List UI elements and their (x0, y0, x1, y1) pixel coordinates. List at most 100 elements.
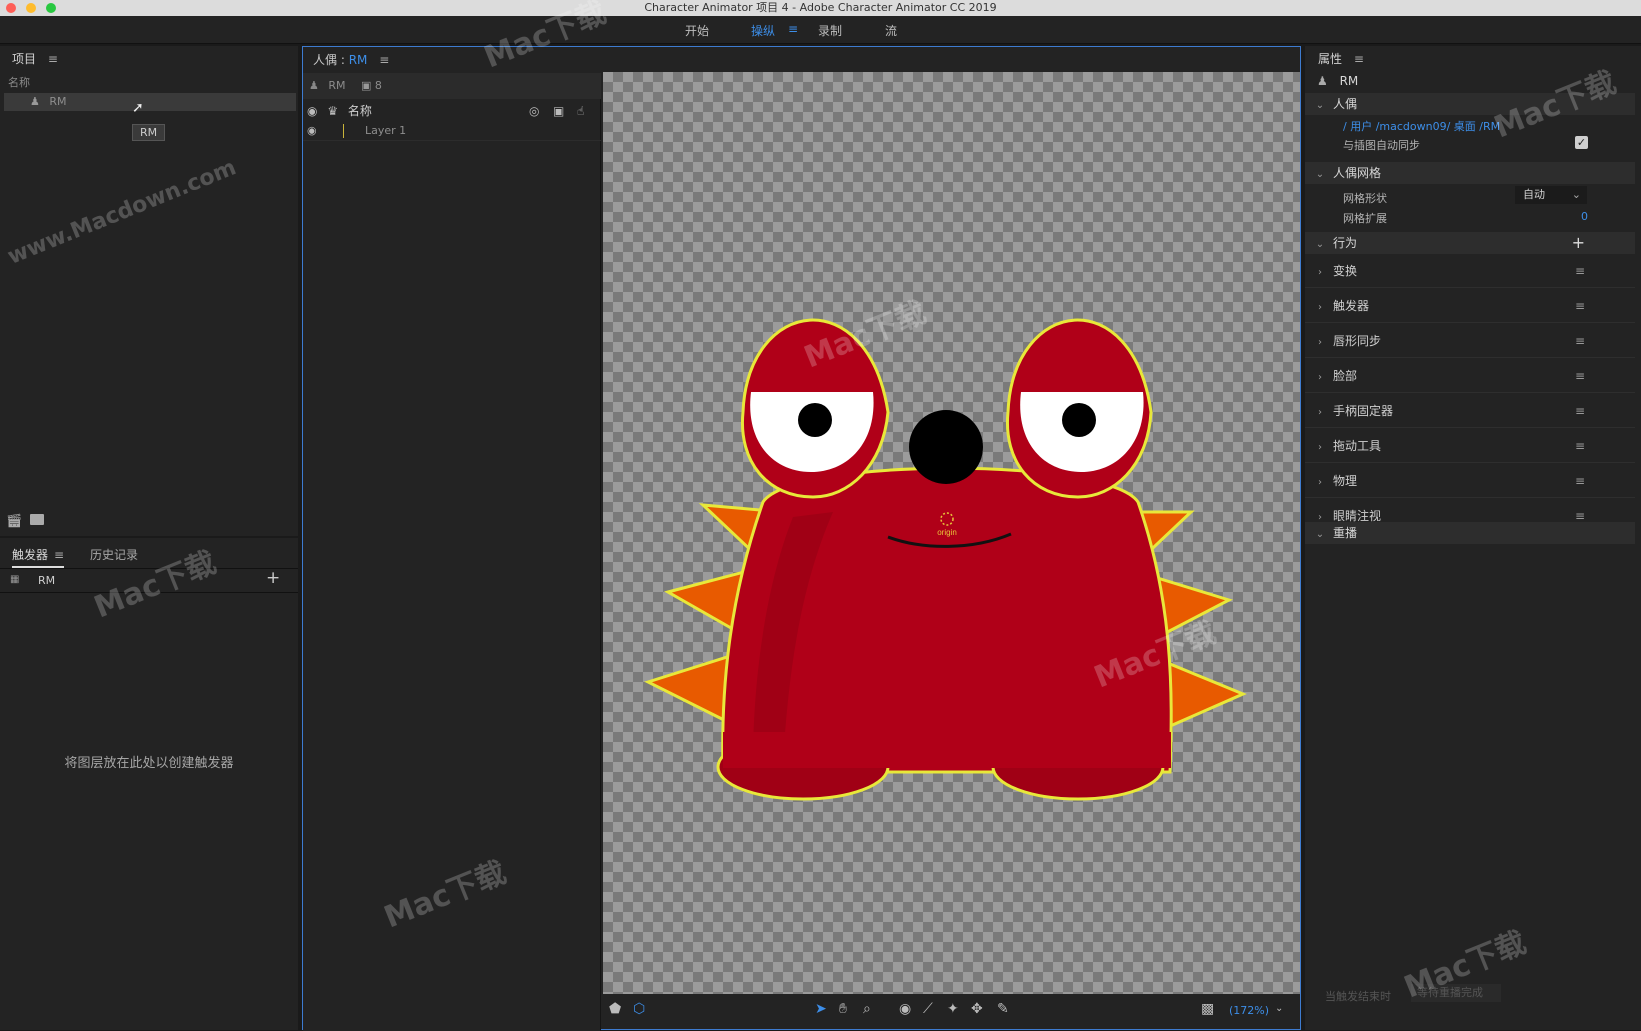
transparency-grid-icon[interactable]: ▩ (1201, 1001, 1214, 1017)
layer-column-name: 名称 (347, 104, 372, 118)
puppet-panel-header: 人偶 : RM ≡ (313, 47, 389, 73)
chevron-right-icon: › (1318, 372, 1322, 383)
project-panel: 项目 ≡ 名称 ♟ RM ➚ RM 🎬︎ (0, 46, 298, 536)
character-artwork: origin (644, 318, 1247, 801)
add-behavior-icon[interactable]: + (1572, 232, 1585, 254)
project-panel-title: 项目 (12, 52, 37, 66)
section-puppet[interactable]: ⌄ 人偶 (1305, 93, 1635, 115)
select-tool-icon[interactable]: ➤ (815, 1001, 827, 1017)
puppet-label: RM (328, 79, 346, 92)
zoom-tool-icon[interactable]: ⌕ (863, 1001, 871, 1017)
triggers-panel: 触发器 ≡ 历史记录 ▦ RM + 将图层放在此处以创建触发器 (0, 538, 298, 1030)
section-replay[interactable]: ⌄ 重播 (1305, 522, 1635, 544)
behavior-menu-icon: ≡ (1574, 439, 1585, 453)
behavior-menu-icon: ≡ (1574, 334, 1585, 348)
chevron-down-icon: ⌄ (1315, 529, 1325, 540)
eye-icon[interactable]: ◉ (307, 124, 317, 137)
mesh-shape-label: 网格形状 (1343, 192, 1387, 205)
behavior-dragger[interactable]: › 拖动工具 ≡ (1305, 429, 1635, 463)
mesh-shape-select[interactable]: 自动 ⌄ (1515, 186, 1587, 204)
layer-row[interactable]: ◉ Layer 1 (303, 121, 601, 141)
window-titlebar: Character Animator 项目 4 - Adobe Characte… (0, 0, 1641, 16)
mesh-expand-label: 网格扩展 (1343, 212, 1387, 225)
behavior-face[interactable]: › 脸部 ≡ (1305, 359, 1635, 393)
puppet-path-link[interactable]: / 用户 /macdown09/ 桌面 /RM (1343, 118, 1500, 134)
project-column-header: 名称 (8, 76, 30, 89)
workspace-menu-icon[interactable]: ≡ (788, 22, 798, 36)
nose (909, 410, 983, 484)
mesh-expand-value[interactable]: 0 (1581, 210, 1588, 223)
triggers-empty-message: 将图层放在此处以创建触发器 (64, 756, 234, 771)
behavior-menu-icon: ≡ (1574, 369, 1585, 383)
divider (0, 568, 298, 569)
behavior-triggers[interactable]: › 触发器 ≡ (1305, 289, 1635, 323)
behavior-lip-sync[interactable]: › 唇形同步 ≡ (1305, 324, 1635, 358)
panel-menu-icon[interactable]: ≡ (1354, 46, 1364, 72)
handle-tool-icon[interactable]: ✥ (971, 1001, 983, 1017)
new-folder-icon[interactable] (30, 514, 44, 525)
eye-icon[interactable]: ◉ (307, 104, 317, 118)
puppet-panel-title-prefix: 人偶 : (313, 53, 349, 67)
behavior-transform[interactable]: › 变换 ≡ (1305, 254, 1635, 288)
layer-indent-line (343, 124, 344, 138)
layer-header-row: ◉ ♛ 名称 ◎ ▣ ☝ (303, 101, 601, 121)
zoom-level[interactable]: (172%) (1229, 1004, 1269, 1017)
section-behaviors[interactable]: ⌄ 行为 + (1305, 232, 1635, 254)
properties-panel-title: 属性 (1318, 52, 1343, 66)
pin-tool-icon[interactable]: ✦ (947, 1001, 959, 1017)
selected-puppet-row: ♟ RM (1317, 74, 1358, 88)
puppet-icon: ♟ (30, 95, 40, 108)
project-item-rm[interactable]: ♟ RM (4, 93, 296, 111)
maximize-window-button[interactable] (46, 3, 56, 13)
workspace-tab-start[interactable]: 开始 (685, 22, 709, 39)
add-trigger-icon[interactable]: + (266, 568, 280, 588)
tab-history[interactable]: 历史记录 (90, 546, 138, 563)
selected-puppet-name: RM (1339, 74, 1359, 88)
chevron-down-icon: ⌄ (1315, 169, 1325, 180)
behavior-physics[interactable]: › 物理 ≡ (1305, 464, 1635, 498)
layer-name: Layer 1 (365, 124, 407, 137)
panel-menu-icon[interactable]: ≡ (379, 47, 389, 73)
tab-triggers[interactable]: 触发器 ≡ (12, 546, 65, 568)
workspace-tab-stream[interactable]: 流 (885, 22, 897, 39)
canvas-toolbar: ⬟ ⬡ ➤ ✋︎ ⌕ ◉ ⟋ ✦ ✥ ✎ ▩ (172%) ⌄ (603, 996, 1300, 1026)
behavior-menu-icon: ≡ (1574, 474, 1585, 488)
properties-panel: 属性 ≡ ♟ RM ⌄ 人偶 / 用户 /macdown09/ 桌面 /RM 与插… (1305, 46, 1641, 1030)
origin-label: origin (937, 528, 957, 537)
mesh-toggle-icon[interactable]: ⬡ (633, 1001, 645, 1017)
tooltip: RM (132, 124, 166, 141)
mouse-cursor-icon: ➚ (132, 100, 144, 116)
puppet-shape-icon[interactable]: ⬟ (609, 1001, 621, 1017)
camera-icon: ▣ (361, 79, 372, 92)
chevron-right-icon: › (1318, 337, 1322, 348)
puppet-info-row: ♟ RM ▣ 8 (303, 73, 601, 99)
minimize-window-button[interactable] (26, 3, 36, 13)
workspace-tab-rig[interactable]: 操纵 (751, 22, 775, 39)
replay-footer-select[interactable]: 等待重播完成 (1411, 984, 1501, 1002)
brush-tool-icon[interactable]: ✎ (997, 1001, 1009, 1017)
left-pupil (798, 403, 832, 437)
origin-tool-icon[interactable]: ◉ (899, 1001, 911, 1017)
puppet-canvas[interactable]: origin (603, 72, 1300, 994)
panel-menu-icon[interactable]: ≡ (48, 46, 58, 72)
hand-toggle-icon[interactable]: ☝ (577, 101, 584, 121)
workspace-tab-record[interactable]: 录制 (818, 22, 842, 39)
hand-tool-icon[interactable]: ✋︎ (839, 1001, 847, 1017)
behavior-menu-icon: ≡ (1574, 404, 1585, 418)
camera-toggle-icon[interactable]: ▣ (553, 101, 564, 121)
chevron-down-icon: ⌄ (1315, 239, 1325, 250)
puppet-icon: ♟ (309, 79, 319, 92)
behavior-menu-icon: ≡ (1574, 299, 1585, 313)
auto-sync-checkbox[interactable]: ✓ (1575, 136, 1588, 149)
new-scene-icon[interactable]: 🎬︎ (6, 514, 23, 529)
window-title: Character Animator 项目 4 - Adobe Characte… (644, 1, 997, 14)
chevron-down-icon: ⌄ (1571, 188, 1581, 201)
section-mesh[interactable]: ⌄ 人偶网格 (1305, 162, 1635, 184)
chevron-down-icon[interactable]: ⌄ (1275, 1003, 1283, 1014)
origin-toggle-icon[interactable]: ◎ (529, 101, 539, 121)
trigger-puppet-label: RM (38, 574, 56, 587)
behavior-handle-fixer[interactable]: › 手柄固定器 ≡ (1305, 394, 1635, 428)
close-window-button[interactable] (6, 3, 16, 13)
chevron-right-icon: › (1318, 407, 1322, 418)
stick-tool-icon[interactable]: ⟋ (923, 1001, 933, 1017)
